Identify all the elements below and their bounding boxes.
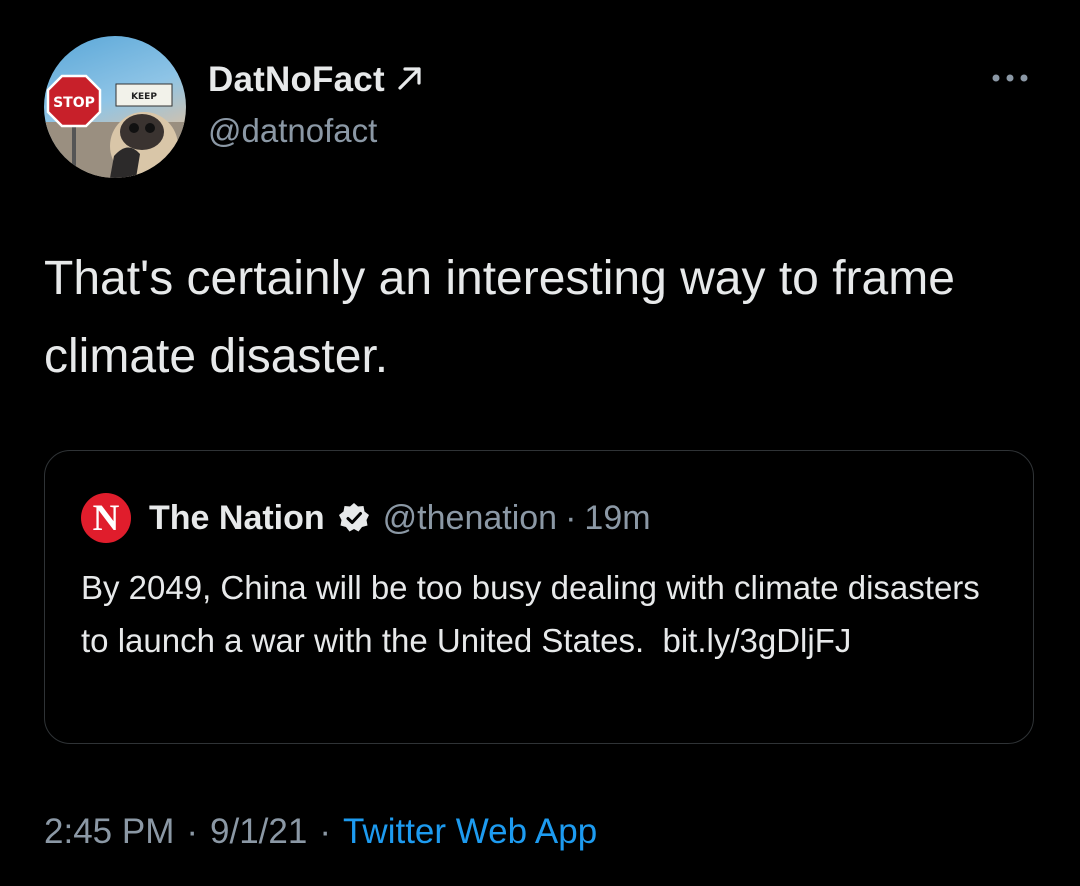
nation-logo-letter: N xyxy=(92,497,120,539)
quoted-separator: · xyxy=(565,498,577,537)
quoted-tweet-text: By 2049, China will be too busy dealing … xyxy=(81,561,1011,667)
tweet-text: That's certainly an interesting way to f… xyxy=(44,252,955,383)
more-horizontal-icon xyxy=(992,74,1028,82)
more-options-button[interactable] xyxy=(988,66,1032,90)
avatar-sign-text: STOP xyxy=(53,95,95,111)
meta-separator: · xyxy=(186,812,199,851)
quoted-tweet-header: N The Nation @thenation · 19m xyxy=(81,493,651,543)
quoted-author-handle[interactable]: @thenation xyxy=(383,499,557,538)
author-avatar[interactable]: KEEP STOP xyxy=(44,36,186,178)
quoted-timestamp[interactable]: 19m xyxy=(584,499,650,538)
quoted-tweet-card[interactable]: N The Nation @thenation · 19m By 2049, C… xyxy=(44,450,1034,744)
quoted-author-avatar[interactable]: N xyxy=(81,493,131,543)
tweet-date[interactable]: 9/1/21 xyxy=(210,812,307,851)
verified-badge-icon xyxy=(338,503,369,532)
tweet-meta: 2:45 PM · 9/1/21 · Twitter Web App xyxy=(44,812,597,852)
arrow-up-right-icon xyxy=(398,67,421,90)
avatar-sign2-text: KEEP xyxy=(131,92,157,102)
quoted-author-name[interactable]: The Nation xyxy=(149,499,325,538)
author-handle[interactable]: @datnofact xyxy=(208,112,377,150)
tweet-source-link[interactable]: Twitter Web App xyxy=(343,812,597,851)
author-display-name[interactable]: DatNoFact xyxy=(208,60,425,100)
tweet-time[interactable]: 2:45 PM xyxy=(44,812,174,851)
quoted-link[interactable]: bit.ly/3gDljFJ xyxy=(663,622,852,659)
avatar-image: KEEP STOP xyxy=(44,74,186,178)
display-name-text: DatNoFact xyxy=(208,60,385,99)
meta-separator: · xyxy=(319,812,331,851)
